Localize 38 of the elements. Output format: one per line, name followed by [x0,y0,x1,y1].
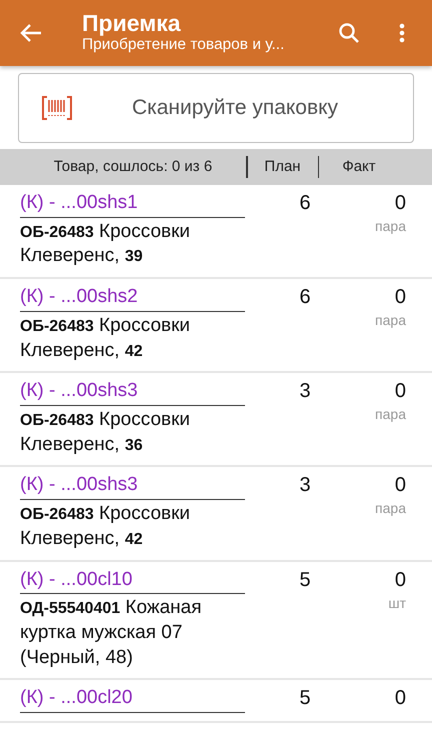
column-header: Факт [341,156,377,177]
plan-quantity: 3 [299,380,311,402]
fact-quantity: 0 [394,191,406,216]
plan-quantity: 5 [299,568,311,590]
item-description: ОБ-26483 Кроссовки Клеверенс, 39 [20,220,192,268]
unit-label: пара [375,499,406,518]
unit-label: шт [388,594,406,612]
fact-quantity: 0 [394,686,406,712]
plan-quantity: 5 [299,687,311,710]
barcode-icon [42,96,72,120]
search-icon [338,22,360,44]
screen-title: Приемка [82,11,182,36]
item-description: ОБ-26483 Кроссовки Клеверенс, 42 [20,314,192,363]
fact-quantity: 0 [394,473,406,498]
item-description: ОБ-26483 Кроссовки Клеверенс, 42 [20,502,192,551]
fact-quantity: 0 [394,568,406,592]
unit-label: пара [375,311,406,330]
fact-quantity: 0 [394,285,406,310]
item-code-link[interactable]: (К) - ...00shs3 [20,473,245,500]
item-description: ОД-55540401 Кожаная куртка мужская 07 (Черный, 48) [20,596,202,670]
unit-label: пара [375,405,406,424]
item-code-link[interactable]: (К) - ...00cl10 [20,568,245,594]
scan-field[interactable]: Сканируйте упаковку [18,73,414,143]
item-description: ОБ-26483 Кроссовки Клеверенс, 36 [20,408,192,457]
plan-quantity: 6 [299,286,311,308]
plan-quantity: 6 [299,192,311,214]
fact-quantity: 0 [394,379,406,404]
back-arrow-icon [20,23,42,43]
screen-subtitle: Приобретение товаров и у... [82,36,286,55]
unit-label: пара [375,217,406,236]
column-header: Товар, сошлось: 0 из 6 [52,156,214,177]
item-code-link[interactable]: (К) - ...00cl20 [20,686,245,714]
item-code-link[interactable]: (К) - ...00shs2 [20,285,245,312]
column-header: План [263,156,302,177]
item-code-link[interactable]: (К) - ...00shs3 [20,379,245,406]
plan-quantity: 3 [299,474,311,496]
more-icon [399,23,405,43]
item-code-link[interactable]: (К) - ...00shs1 [20,191,245,218]
